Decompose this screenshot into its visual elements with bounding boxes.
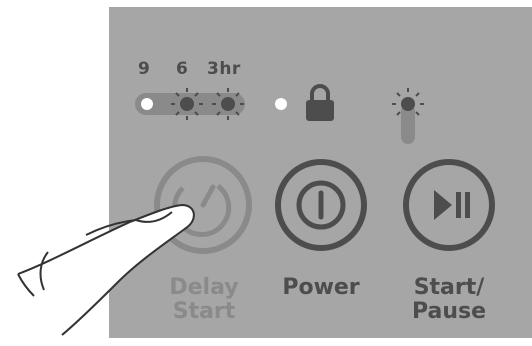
power-icon [296,180,346,230]
led-9hr-icon [141,98,153,110]
start-pause-label: Start/ Pause [411,275,487,324]
delay-start-label: Delay Start [169,275,239,324]
start-pause-button[interactable] [403,159,495,251]
power-button[interactable] [275,159,367,251]
delay-indicator-bar [135,88,245,120]
lock-icon [306,84,334,121]
lock-led-icon [275,98,287,110]
power-label: Power [282,275,360,300]
led-indicator-icon [392,88,424,144]
play-pause-icon [434,190,470,220]
